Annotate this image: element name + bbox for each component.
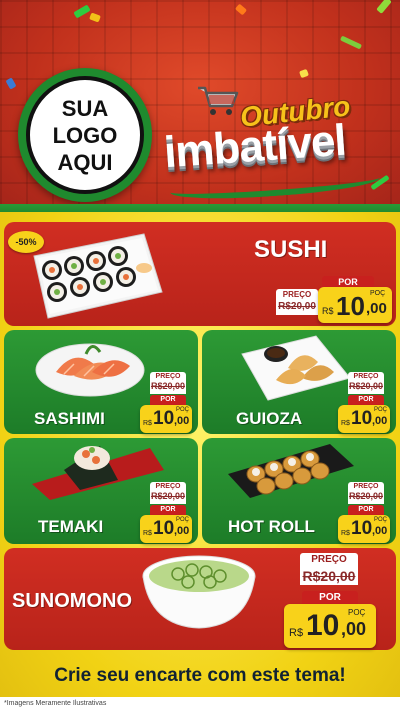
confetti [89,12,101,23]
new-price-tag: R$ 10,00 POÇ [338,405,390,433]
logo-text-line1: SUA [61,95,109,121]
preco-label: PREÇO [155,373,181,380]
old-price-tag: PREÇO R$20,00 [276,289,318,315]
discount-badge: -50% [8,231,44,253]
price-integer: 10 [351,408,373,429]
logo-text-line2: LOGO [52,122,118,148]
item-name: GUIOZA [236,409,303,428]
price-decimals: ,00 [372,525,388,537]
confetti [5,77,17,90]
confetti [376,0,392,14]
old-price: R$20,00 [348,491,384,501]
price-decimals: ,00 [174,525,190,537]
old-price: R$20,00 [278,301,316,312]
preco-label: PREÇO [353,483,379,490]
header-banner: SUA LOGO AQUI Outubro imbatível [0,0,400,212]
unit-label: POÇ [370,290,386,297]
confetti [234,3,248,16]
old-price: R$20,00 [150,381,186,391]
sashimi-image [35,343,145,397]
new-price-tag: R$ 10 ,00 POÇ [318,287,392,323]
old-price-tag: PREÇO R$20,00 [150,372,186,394]
sunomono-bowl-image [142,555,256,629]
hot-roll-image [228,444,354,498]
item-name-sunomono: SUNOMONO [12,590,132,612]
shopping-cart-icon [198,86,239,115]
price-decimals: ,00 [341,619,367,639]
unit-label: POÇ [348,608,366,617]
item-name: TEMAKI [38,517,104,536]
price-decimals: ,00 [174,415,190,427]
old-price: R$20,00 [302,568,356,584]
por-label: POR [150,505,186,515]
old-price: R$20,00 [150,491,186,501]
price-integer: 10 [351,518,373,539]
price-integer: 10 [153,518,175,539]
confetti [73,4,91,19]
por-label: POR [302,591,358,604]
guioza-image [241,335,351,401]
promo-headline: imbatível [162,115,348,178]
old-price-tag: PREÇO R$20,00 [348,482,384,504]
por-label: POR [348,395,384,405]
item-name-sushi: SUSHI [254,236,328,263]
confetti [339,35,363,50]
new-price-tag: R$ 10,00 POÇ [140,515,192,543]
promo-title: Outubro imbatível [160,78,396,210]
logo-placeholder: SUA LOGO AQUI [18,68,152,202]
price-integer: 10 [153,408,175,429]
item-name: HOT ROLL [228,517,315,536]
logo-text-line3: AQUI [57,149,113,175]
unit-label: POÇ [176,517,190,523]
call-to-action-banner: Crie seu encarte com este tema! [54,665,346,686]
confetti [299,68,309,79]
old-price-tag: PREÇO R$20,00 [348,372,384,394]
old-price: R$20,00 [348,381,384,391]
unit-label: POÇ [176,407,190,413]
currency: R$ [341,420,350,427]
preco-label: PREÇO [353,373,379,380]
new-price-tag: R$ 10,00 POÇ [338,515,390,543]
price-decimals: ,00 [372,415,388,427]
unit-label: POÇ [374,407,388,413]
temaki-image [32,446,164,500]
preco-label: PREÇO [311,554,347,565]
old-price-tag: PREÇO R$20,00 [150,482,186,504]
preco-label: PREÇO [282,290,312,299]
sushi-platter-image [33,233,163,319]
por-label: POR [150,395,186,405]
preco-label: PREÇO [155,483,181,490]
new-price-tag: R$ 10 ,00 POÇ [284,604,376,648]
price-decimals: ,00 [366,300,387,317]
price-integer: 10 [336,291,365,321]
currency: R$ [322,306,334,316]
currency: R$ [289,627,304,639]
disclaimer-text: *Imagens Meramente Ilustrativas [0,697,400,711]
por-label: POR [348,505,384,515]
item-name: SASHIMI [34,409,105,428]
currency: R$ [143,530,152,537]
unit-label: POÇ [374,517,388,523]
currency: R$ [341,530,350,537]
price-integer: 10 [306,609,340,642]
new-price-tag: R$ 10,00 POÇ [140,405,192,433]
old-price-tag: PREÇO R$20,00 [300,553,358,585]
currency: R$ [143,420,152,427]
